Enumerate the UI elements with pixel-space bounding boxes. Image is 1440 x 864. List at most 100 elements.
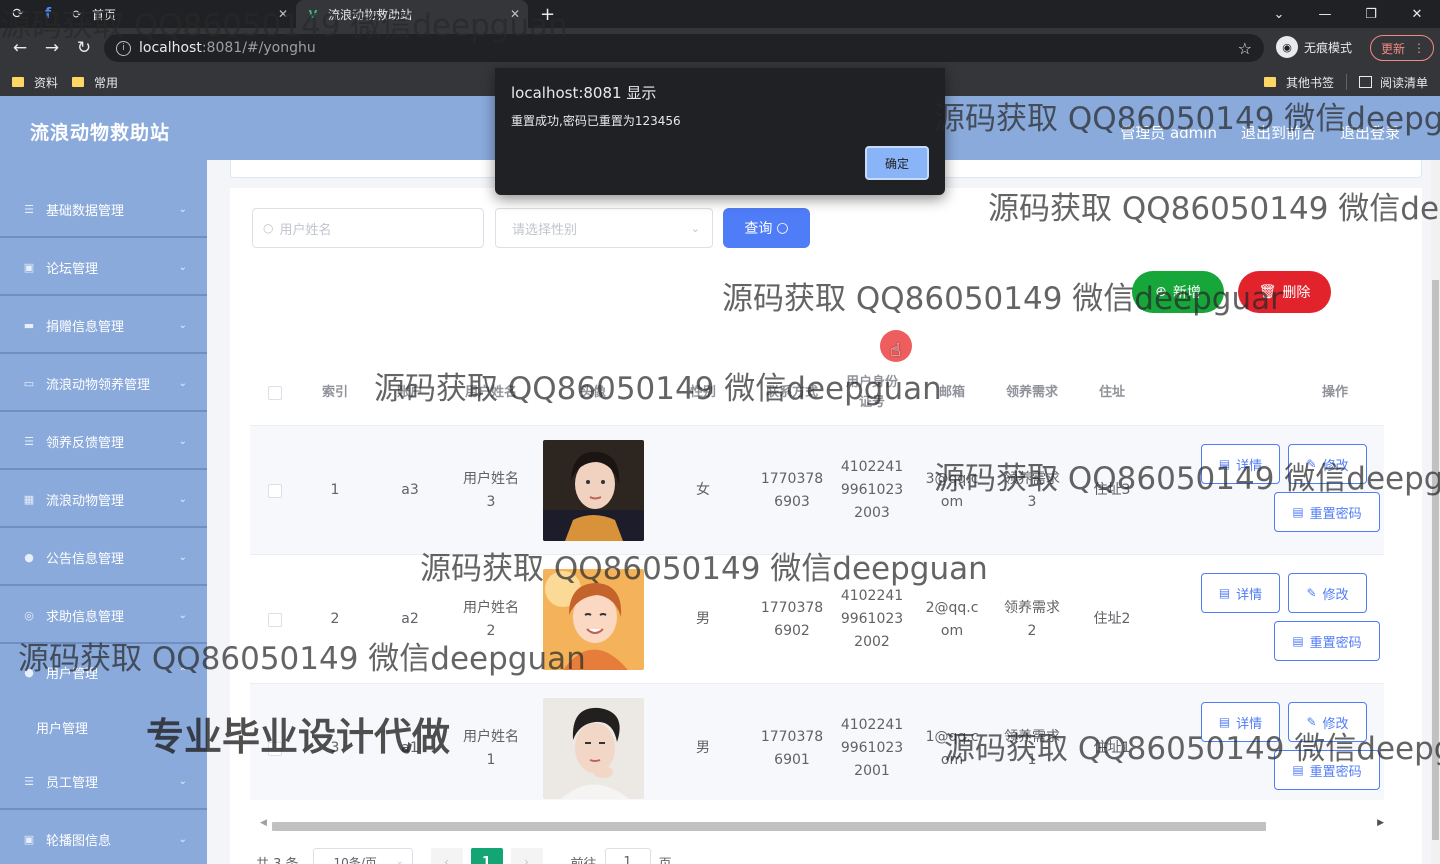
bookmark-folder[interactable]: 资料 [12, 74, 58, 91]
col-account: 账户 [396, 385, 423, 400]
reset-password-button[interactable]: ▤ 重置密码 [1274, 750, 1380, 790]
hand-cursor-icon: ☝ [890, 340, 901, 361]
chevron-down-icon: ⌄ [178, 609, 187, 621]
sidebar-item-carousel[interactable]: ▣ 轮播图信息 ⌄ [0, 812, 207, 864]
sidebar-item-users[interactable]: ● 用户管理 ⌃ [0, 644, 207, 700]
forward-icon[interactable]: → [36, 32, 68, 64]
edit-button[interactable]: ✎ 修改 [1288, 702, 1367, 742]
refresh-icon: ⟳ [72, 7, 82, 21]
gender-select[interactable]: 请选择性别 ⌄ [495, 208, 713, 248]
chevron-down-icon: ⌄ [178, 551, 187, 563]
prev-page-button[interactable]: ‹ [430, 848, 463, 864]
reset-label: 重置密码 [1309, 635, 1362, 651]
minimize-icon[interactable]: — [1302, 0, 1348, 28]
row-checkbox[interactable] [268, 741, 282, 756]
reset-password-button[interactable]: ▤ 重置密码 [1274, 621, 1380, 661]
sidebar-item-label: 轮播图信息 [46, 833, 112, 849]
sidebar-item-label: 求助信息管理 [46, 609, 125, 625]
vue-icon: V [308, 7, 318, 21]
chevron-down-icon: ⌄ [690, 221, 700, 235]
page-scrollbar[interactable] [1431, 160, 1440, 864]
close-tab-icon[interactable]: ✕ [510, 7, 520, 21]
pagination: 共 3 条 10条/页 ⌄ ‹ 1 › 前往 1 页 [256, 848, 672, 864]
reset-password-button[interactable]: ▤ 重置密码 [1274, 492, 1380, 532]
tab-active[interactable]: V 流浪动物救助站 ✕ [296, 0, 528, 28]
update-button[interactable]: 更新 ⋮ [1370, 35, 1434, 61]
new-tab-icon[interactable]: + [540, 4, 555, 25]
page-size-select[interactable]: 10条/页 ⌄ [312, 848, 413, 864]
close-tab-icon[interactable]: ✕ [278, 7, 288, 21]
incognito-label: 无痕模式 [1304, 40, 1353, 55]
username-search-input[interactable]: ○ 用户姓名 [252, 208, 484, 248]
info-icon[interactable]: i [116, 40, 131, 56]
row-checkbox[interactable] [268, 612, 282, 627]
add-button[interactable]: ⊕ 新增 [1132, 271, 1224, 313]
col-idcard: 用户身份 证号 [845, 375, 898, 410]
maximize-icon[interactable]: ❐ [1348, 0, 1394, 28]
edit-button[interactable]: ✎ 修改 [1288, 573, 1367, 613]
sidebar-item-donation[interactable]: ▬ 捐赠信息管理 ⌄ [0, 298, 207, 354]
url-bar[interactable]: i localhost:8081/#/yonghu ☆ [104, 34, 1264, 62]
avatar[interactable] [542, 569, 644, 670]
scroll-right-icon[interactable]: ▶ [1377, 818, 1384, 828]
reload-icon[interactable]: ↻ [68, 32, 100, 64]
other-bookmarks-label: 其他书签 [1285, 75, 1334, 90]
incognito-indicator[interactable]: ◉ 无痕模式 [1276, 36, 1352, 58]
scroll-left-icon[interactable]: ◀ [260, 818, 267, 828]
logout-link[interactable]: 退出登录 [1340, 122, 1400, 143]
sidebar-item-forum[interactable]: ▣ 论坛管理 ⌄ [0, 240, 207, 296]
detail-button[interactable]: ▤ 详情 [1201, 444, 1280, 484]
document-icon: ▤ [1292, 505, 1304, 519]
select-all-checkbox[interactable] [268, 386, 282, 400]
to-front-link[interactable]: 退出到前台 [1241, 122, 1316, 143]
tab-search-icon[interactable]: ⟳ [6, 2, 30, 26]
edit-button[interactable]: ✎ 修改 [1288, 444, 1367, 484]
sidebar-item-adoption[interactable]: ▭ 流浪动物领养管理 ⌄ [0, 356, 207, 412]
row-checkbox[interactable] [268, 483, 282, 498]
page-unit: 页 [658, 856, 672, 864]
sidebar-subitem-label: 用户管理 [36, 721, 89, 737]
sidebar-item-notice[interactable]: ● 公告信息管理 ⌄ [0, 530, 207, 586]
cell-gender: 女 [696, 482, 710, 498]
scroll-thumb[interactable] [272, 822, 1266, 831]
sidebar-item-label: 论坛管理 [46, 261, 99, 277]
goto-page-input[interactable]: 1 [604, 848, 651, 864]
alert-ok-button[interactable]: 确定 [865, 146, 929, 180]
sidebar-item-staff[interactable]: ☰ 员工管理 ⌄ [0, 754, 207, 810]
add-label: 新增 [1172, 285, 1201, 301]
col-address: 住址 [1098, 385, 1125, 400]
back-icon[interactable]: ← [4, 32, 36, 64]
sidebar-item-label: 领养反馈管理 [46, 435, 125, 451]
tab-list-icon[interactable]: ⌄ [1256, 0, 1302, 28]
url-path: :8081/#/yonghu [201, 40, 316, 56]
tab-home[interactable]: ⟳ 首页 ✕ [60, 0, 296, 28]
table-horizontal-scrollbar[interactable]: ◀ ▶ [260, 818, 1384, 832]
cell-account: a1 [401, 740, 419, 756]
close-window-icon[interactable]: ✕ [1394, 0, 1440, 28]
other-bookmarks[interactable]: 其他书签 [1263, 74, 1334, 91]
sidebar-item-animals[interactable]: ▦ 流浪动物管理 ⌄ [0, 472, 207, 528]
alert-dialog: localhost:8081 显示 重置成功,密码已重置为123456 确定 [495, 68, 945, 195]
avatar[interactable] [542, 440, 644, 541]
edit-label: 修改 [1322, 716, 1349, 732]
sidebar-item-feedback[interactable]: ☰ 领养反馈管理 ⌄ [0, 414, 207, 470]
bookmark-folder[interactable]: 常用 [72, 74, 118, 91]
list-icon: ☰ [24, 774, 34, 788]
bookmark-star-icon[interactable]: ☆ [1238, 39, 1252, 58]
detail-button[interactable]: ▤ 详情 [1201, 702, 1280, 742]
bookmark-label: 资料 [34, 75, 59, 90]
query-button[interactable]: 查询 ○ [723, 208, 810, 248]
browser-tabbar: ⟳ f ⟳ 首页 ✕ V 流浪动物救助站 ✕ + ⌄ — ❐ ✕ [0, 0, 1440, 28]
reading-list[interactable]: 阅读清单 [1358, 74, 1428, 91]
next-page-button[interactable]: › [510, 848, 543, 864]
sidebar-item-help[interactable]: ◎ 求助信息管理 ⌄ [0, 588, 207, 644]
detail-button[interactable]: ▤ 详情 [1201, 573, 1280, 613]
grid-icon: ▦ [23, 492, 35, 506]
page-scroll-thumb[interactable] [1432, 280, 1439, 840]
page-number-active[interactable]: 1 [470, 848, 503, 864]
facebook-icon[interactable]: f [36, 2, 60, 26]
sidebar-item-basic-data[interactable]: ☰ 基础数据管理 ⌄ [0, 182, 207, 238]
avatar[interactable] [542, 698, 644, 799]
delete-button[interactable]: 🗑 删除 [1238, 271, 1331, 313]
sidebar-subitem-user-manage[interactable]: 用户管理 [0, 702, 207, 752]
